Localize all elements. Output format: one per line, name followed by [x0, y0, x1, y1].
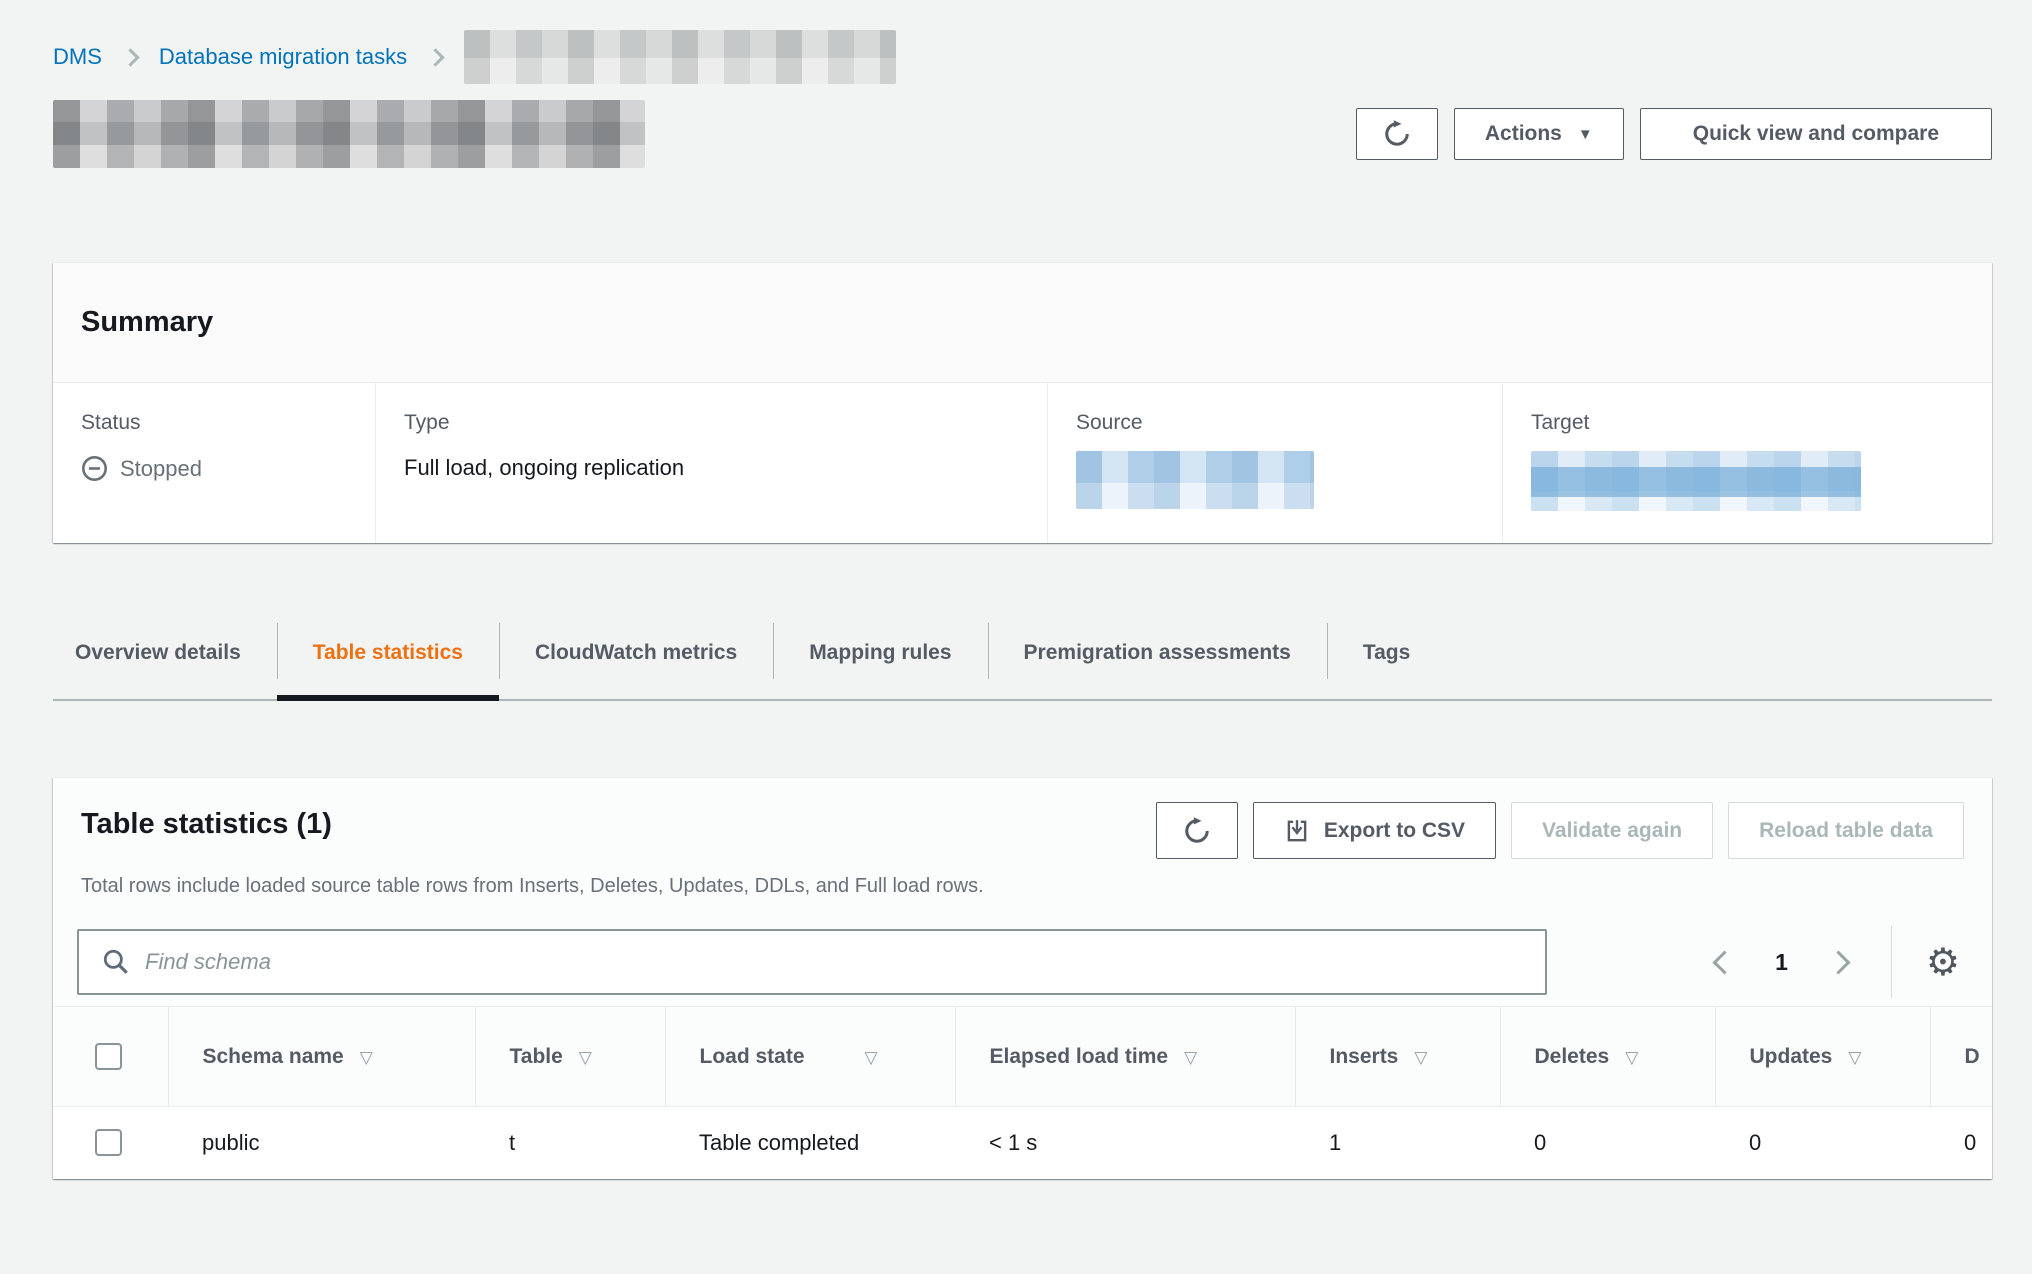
- redacted-source-endpoint-link[interactable]: [1076, 451, 1314, 509]
- cell-ddls-clipped: 0: [1930, 1107, 1992, 1179]
- target-label: Target: [1531, 411, 1972, 435]
- actions-button[interactable]: Actions ▼: [1454, 108, 1624, 160]
- table-statistics-description: Total rows include loaded source table r…: [53, 859, 1992, 898]
- summary-type-field: Type Full load, ongoing replication: [375, 383, 1047, 543]
- status-text: Stopped: [120, 456, 202, 482]
- export-to-csv-label: Export to CSV: [1324, 819, 1465, 843]
- summary-target-field: Target: [1502, 383, 1992, 543]
- tab-table-statistics[interactable]: Table statistics: [277, 607, 499, 699]
- tab-tags[interactable]: Tags: [1327, 607, 1446, 699]
- redacted-page-title: [53, 100, 645, 168]
- preferences-gear-icon[interactable]: ⚙: [1922, 939, 1964, 985]
- table-row[interactable]: public t Table completed < 1 s 1 0 0 0: [53, 1107, 1992, 1179]
- current-page-number: 1: [1775, 949, 1788, 976]
- reload-table-data-label: Reload table data: [1759, 819, 1933, 843]
- column-header-elapsed-load-time[interactable]: Elapsed load time▽: [955, 1007, 1295, 1107]
- quick-view-and-compare-button[interactable]: Quick view and compare: [1640, 108, 1992, 160]
- summary-title: Summary: [81, 306, 213, 339]
- redacted-task-name-breadcrumb: [464, 30, 896, 84]
- column-header-updates[interactable]: Updates▽: [1715, 1007, 1930, 1107]
- sort-icon[interactable]: ▽: [865, 1048, 878, 1067]
- column-header-ddls-clipped[interactable]: D: [1930, 1007, 1992, 1107]
- summary-source-field: Source: [1047, 383, 1502, 543]
- sort-icon[interactable]: ▽: [360, 1048, 373, 1067]
- cell-deletes: 0: [1500, 1107, 1715, 1179]
- sort-icon[interactable]: ▽: [1184, 1048, 1197, 1067]
- sort-icon[interactable]: ▽: [579, 1048, 592, 1067]
- cell-inserts: 1: [1295, 1107, 1500, 1179]
- quick-view-label: Quick view and compare: [1693, 122, 1939, 146]
- stopped-icon: [81, 455, 108, 482]
- column-header-table[interactable]: Table▽: [475, 1007, 665, 1107]
- column-header-deletes[interactable]: Deletes▽: [1500, 1007, 1715, 1107]
- table-statistics-header: Table statistics (1): [53, 778, 1992, 859]
- table-statistics-table: Schema name▽ Table▽ Load state▽ Elapsed …: [53, 1006, 1992, 1179]
- type-label: Type: [404, 411, 1027, 435]
- cell-updates: 0: [1715, 1107, 1930, 1179]
- validate-again-label: Validate again: [1542, 819, 1682, 843]
- pagination-divider: [1891, 926, 1892, 998]
- refresh-button[interactable]: [1356, 108, 1438, 160]
- caret-down-icon: ▼: [1578, 126, 1593, 143]
- column-header-load-state[interactable]: Load state▽: [665, 1007, 955, 1107]
- column-header-inserts[interactable]: Inserts▽: [1295, 1007, 1500, 1107]
- actions-button-label: Actions: [1485, 122, 1562, 146]
- download-icon: [1284, 818, 1310, 844]
- validate-again-button[interactable]: Validate again: [1511, 802, 1713, 859]
- status-value: Stopped: [81, 455, 355, 482]
- table-statistics-title: Table statistics (1): [81, 802, 332, 841]
- table-filter-row: 1 ⚙: [53, 898, 1992, 998]
- cell-schema-name: public: [168, 1107, 475, 1179]
- row-checkbox[interactable]: [95, 1129, 122, 1156]
- source-label: Source: [1076, 411, 1482, 435]
- chevron-right-icon: [426, 48, 444, 66]
- status-label: Status: [81, 411, 355, 435]
- chevron-right-icon: [121, 48, 139, 66]
- tab-overview-details[interactable]: Overview details: [53, 607, 277, 699]
- cell-load-state: Table completed: [665, 1107, 955, 1179]
- refresh-table-button[interactable]: [1156, 802, 1238, 859]
- task-detail-tabs: Overview details Table statistics CloudW…: [53, 607, 1992, 701]
- refresh-icon: [1183, 817, 1211, 845]
- refresh-icon: [1383, 120, 1411, 148]
- summary-panel-header: Summary: [53, 263, 1992, 383]
- export-to-csv-button[interactable]: Export to CSV: [1253, 802, 1496, 859]
- page-header-actions: Actions ▼ Quick view and compare: [1356, 108, 1992, 160]
- sort-icon[interactable]: ▽: [1848, 1048, 1861, 1067]
- schema-search: [77, 929, 1547, 995]
- find-schema-input[interactable]: [77, 929, 1547, 995]
- cell-elapsed-load-time: < 1 s: [955, 1107, 1295, 1179]
- tab-mapping-rules[interactable]: Mapping rules: [773, 607, 987, 699]
- breadcrumb-tasks-link[interactable]: Database migration tasks: [159, 44, 407, 70]
- table-header-row: Schema name▽ Table▽ Load state▽ Elapsed …: [53, 1007, 1992, 1107]
- next-page-button[interactable]: [1826, 950, 1850, 974]
- table-statistics-panel: Table statistics (1): [53, 777, 1992, 1179]
- breadcrumb-dms-link[interactable]: DMS: [53, 44, 102, 70]
- type-value: Full load, ongoing replication: [404, 455, 1027, 481]
- sort-icon[interactable]: ▽: [1625, 1048, 1638, 1067]
- sort-icon[interactable]: ▽: [1414, 1048, 1427, 1067]
- select-all-checkbox[interactable]: [95, 1043, 122, 1070]
- reload-table-data-button[interactable]: Reload table data: [1728, 802, 1964, 859]
- redacted-target-endpoint-link[interactable]: [1531, 451, 1861, 511]
- summary-panel: Summary Status Stopped Type Full load,: [53, 262, 1992, 543]
- table-statistics-actions: Export to CSV Validate again Reload tabl…: [1156, 802, 1964, 859]
- summary-panel-body: Status Stopped Type Full load, ongoing r…: [53, 383, 1992, 543]
- page-header: Actions ▼ Quick view and compare: [53, 100, 1992, 168]
- tab-cloudwatch-metrics[interactable]: CloudWatch metrics: [499, 607, 773, 699]
- dms-task-page: DMS Database migration tasks Actions ▼: [0, 0, 2032, 1274]
- summary-status-field: Status Stopped: [53, 383, 375, 543]
- tab-premigration-assessments[interactable]: Premigration assessments: [988, 607, 1327, 699]
- breadcrumb: DMS Database migration tasks: [53, 0, 1992, 84]
- column-header-schema-name[interactable]: Schema name▽: [168, 1007, 475, 1107]
- cell-table: t: [475, 1107, 665, 1179]
- pagination: 1 ⚙: [1716, 926, 1964, 998]
- search-icon: [101, 947, 131, 977]
- previous-page-button[interactable]: [1713, 950, 1737, 974]
